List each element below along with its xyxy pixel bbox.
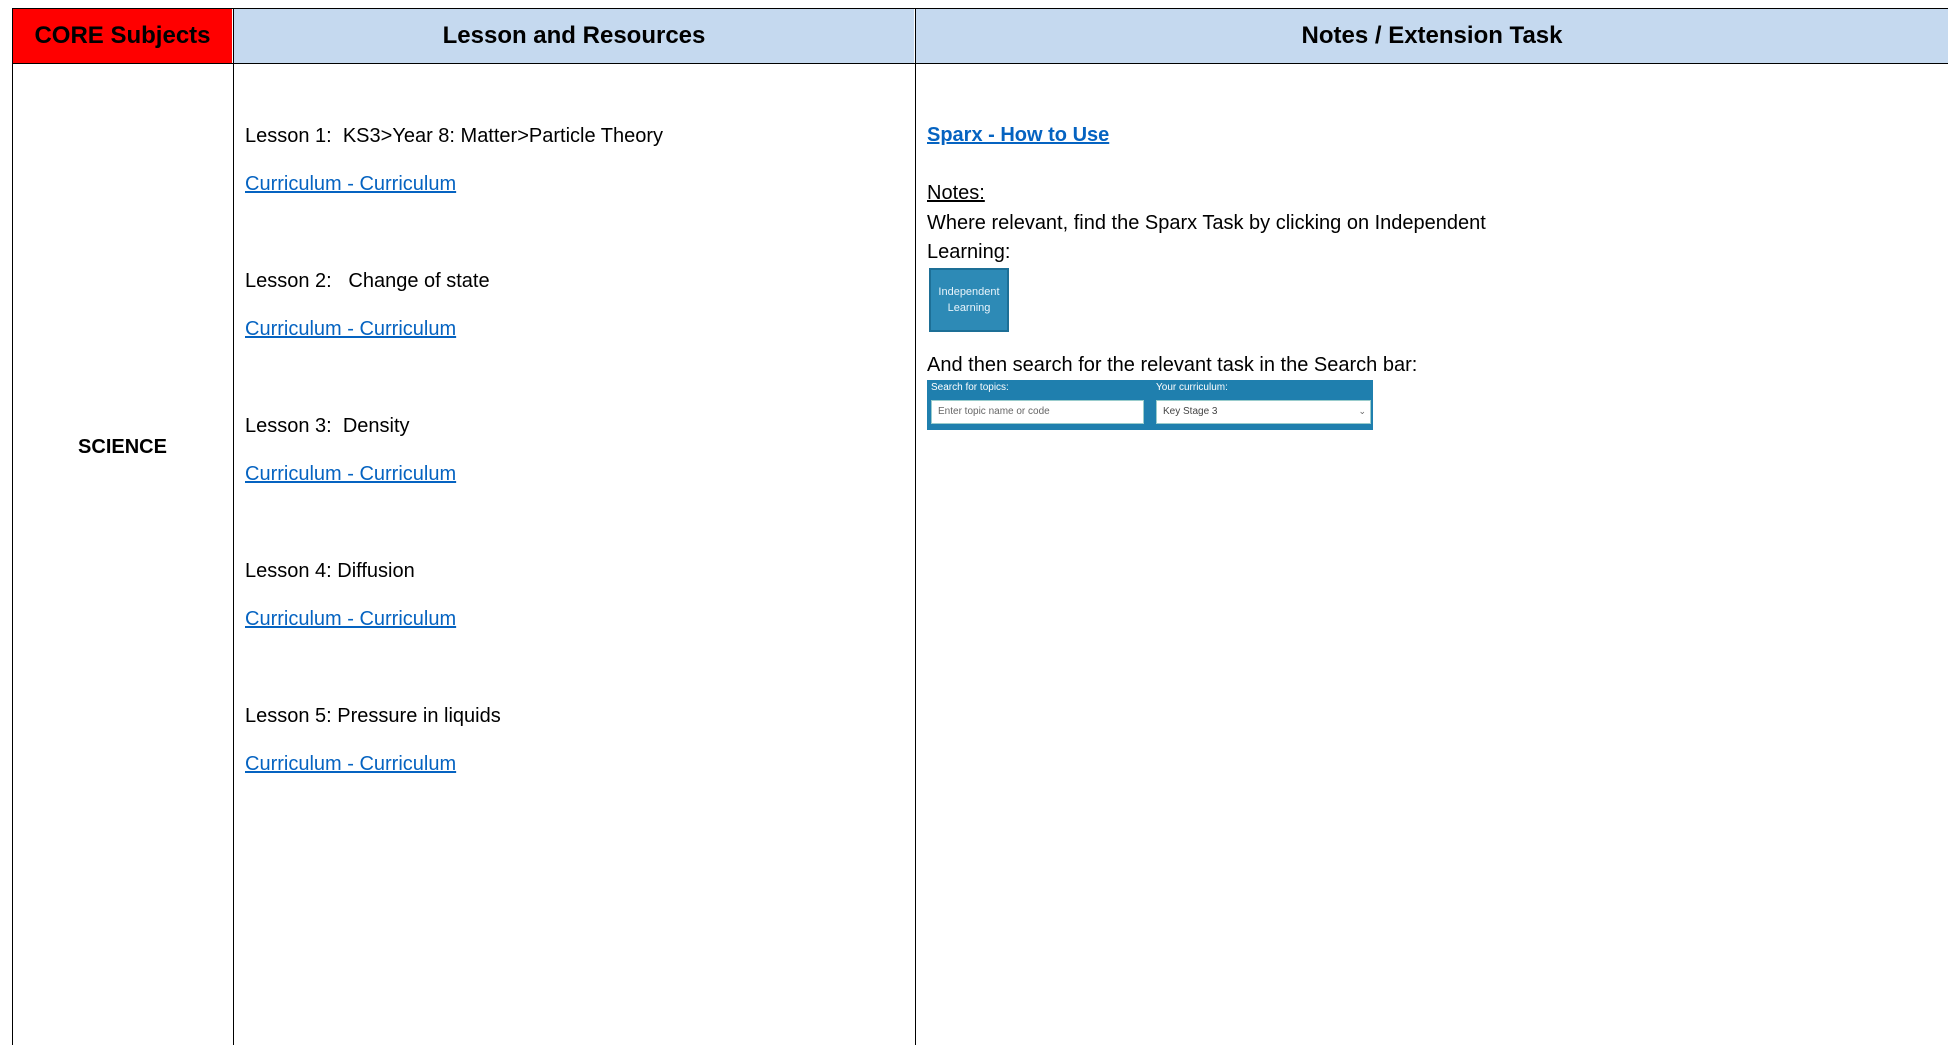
curriculum-select-value: Key Stage 3 — [1163, 406, 1218, 417]
lesson-1-title: Lesson 1: KS3>Year 8: Matter>Particle Th… — [245, 125, 664, 147]
topic-search-input[interactable]: Enter topic name or code — [931, 400, 1144, 424]
header-notes-extension: Notes / Extension Task — [916, 9, 1948, 63]
lesson-4-curriculum-link[interactable]: Curriculum - Curriculum — [245, 608, 456, 631]
header-divider — [12, 63, 1948, 64]
lesson-1-curriculum-link[interactable]: Curriculum - Curriculum — [245, 173, 456, 196]
column-divider-1 — [233, 8, 234, 1045]
lesson-2-title: Lesson 2: Change of state — [245, 270, 490, 292]
search-topics-label: Search for topics: — [931, 382, 1009, 393]
lesson-5-title: Lesson 5: Pressure in liquids — [245, 705, 501, 727]
curriculum-label: Your curriculum: — [1156, 382, 1228, 393]
header-core-subjects: CORE Subjects — [13, 9, 232, 63]
lesson-5-curriculum-link[interactable]: Curriculum - Curriculum — [245, 753, 456, 776]
column-divider-2 — [915, 8, 916, 1045]
curriculum-select[interactable]: Key Stage 3 ⌄ — [1156, 400, 1371, 424]
independent-learning-button[interactable]: Independent Learning — [929, 268, 1009, 332]
lesson-table: CORE Subjects Lesson and Resources Notes… — [12, 8, 1948, 1045]
subject-name: SCIENCE — [78, 436, 167, 458]
notes-instruction-1: Where relevant, find the Sparx Task by c… — [927, 212, 1486, 263]
lesson-2-curriculum-link[interactable]: Curriculum - Curriculum — [245, 318, 456, 341]
lesson-3-curriculum-link[interactable]: Curriculum - Curriculum — [245, 463, 456, 486]
lesson-4-title: Lesson 4: Diffusion — [245, 560, 415, 582]
table-left-border — [12, 8, 13, 1045]
chevron-down-icon: ⌄ — [1358, 406, 1366, 416]
notes-instruction-2: And then search for the relevant task in… — [927, 354, 1418, 376]
sparx-search-bar: Search for topics: Your curriculum: Ente… — [927, 380, 1373, 430]
header-lesson-resources: Lesson and Resources — [234, 9, 914, 63]
lesson-3-title: Lesson 3: Density — [245, 415, 410, 437]
notes-heading: Notes: — [927, 182, 985, 204]
sparx-how-to-use-link[interactable]: Sparx - How to Use — [927, 124, 1109, 147]
